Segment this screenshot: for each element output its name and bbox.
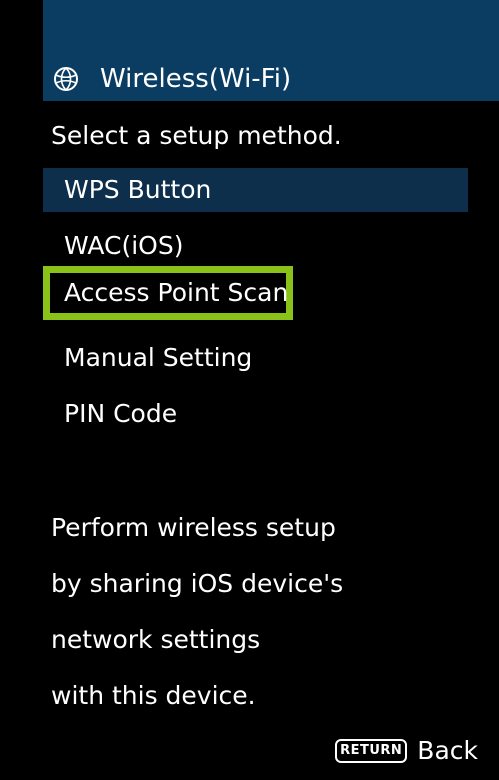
return-key-icon: RETURN bbox=[335, 739, 408, 763]
page-title: Wireless(Wi-Fi) bbox=[100, 64, 292, 94]
back-label: Back bbox=[417, 736, 478, 765]
menu-item-label: Access Point Scan bbox=[64, 278, 289, 307]
description-line: Perform wireless setup bbox=[51, 513, 336, 542]
menu-item-label: WAC(iOS) bbox=[64, 231, 184, 260]
description-line: network settings bbox=[51, 625, 261, 654]
menu-item-access-point-scan[interactable]: Access Point Scan bbox=[43, 266, 293, 320]
menu-item-label: Manual Setting bbox=[64, 343, 253, 372]
menu-item-manual-setting[interactable]: Manual Setting bbox=[43, 336, 468, 380]
back-button[interactable]: RETURN Back bbox=[335, 733, 478, 769]
menu-item-wps-button[interactable]: WPS Button bbox=[43, 168, 468, 212]
menu-item-label: WPS Button bbox=[64, 175, 212, 204]
globe-icon bbox=[54, 67, 78, 91]
description-line: by sharing iOS device's bbox=[51, 569, 344, 598]
instruction-text: Select a setup method. bbox=[51, 121, 342, 150]
menu-item-label: PIN Code bbox=[64, 399, 178, 428]
description-line: with this device. bbox=[51, 681, 256, 710]
menu-item-pin-code[interactable]: PIN Code bbox=[43, 392, 468, 436]
header-bar: Wireless(Wi-Fi) bbox=[43, 0, 499, 101]
menu-item-wac-ios[interactable]: WAC(iOS) bbox=[43, 224, 468, 268]
